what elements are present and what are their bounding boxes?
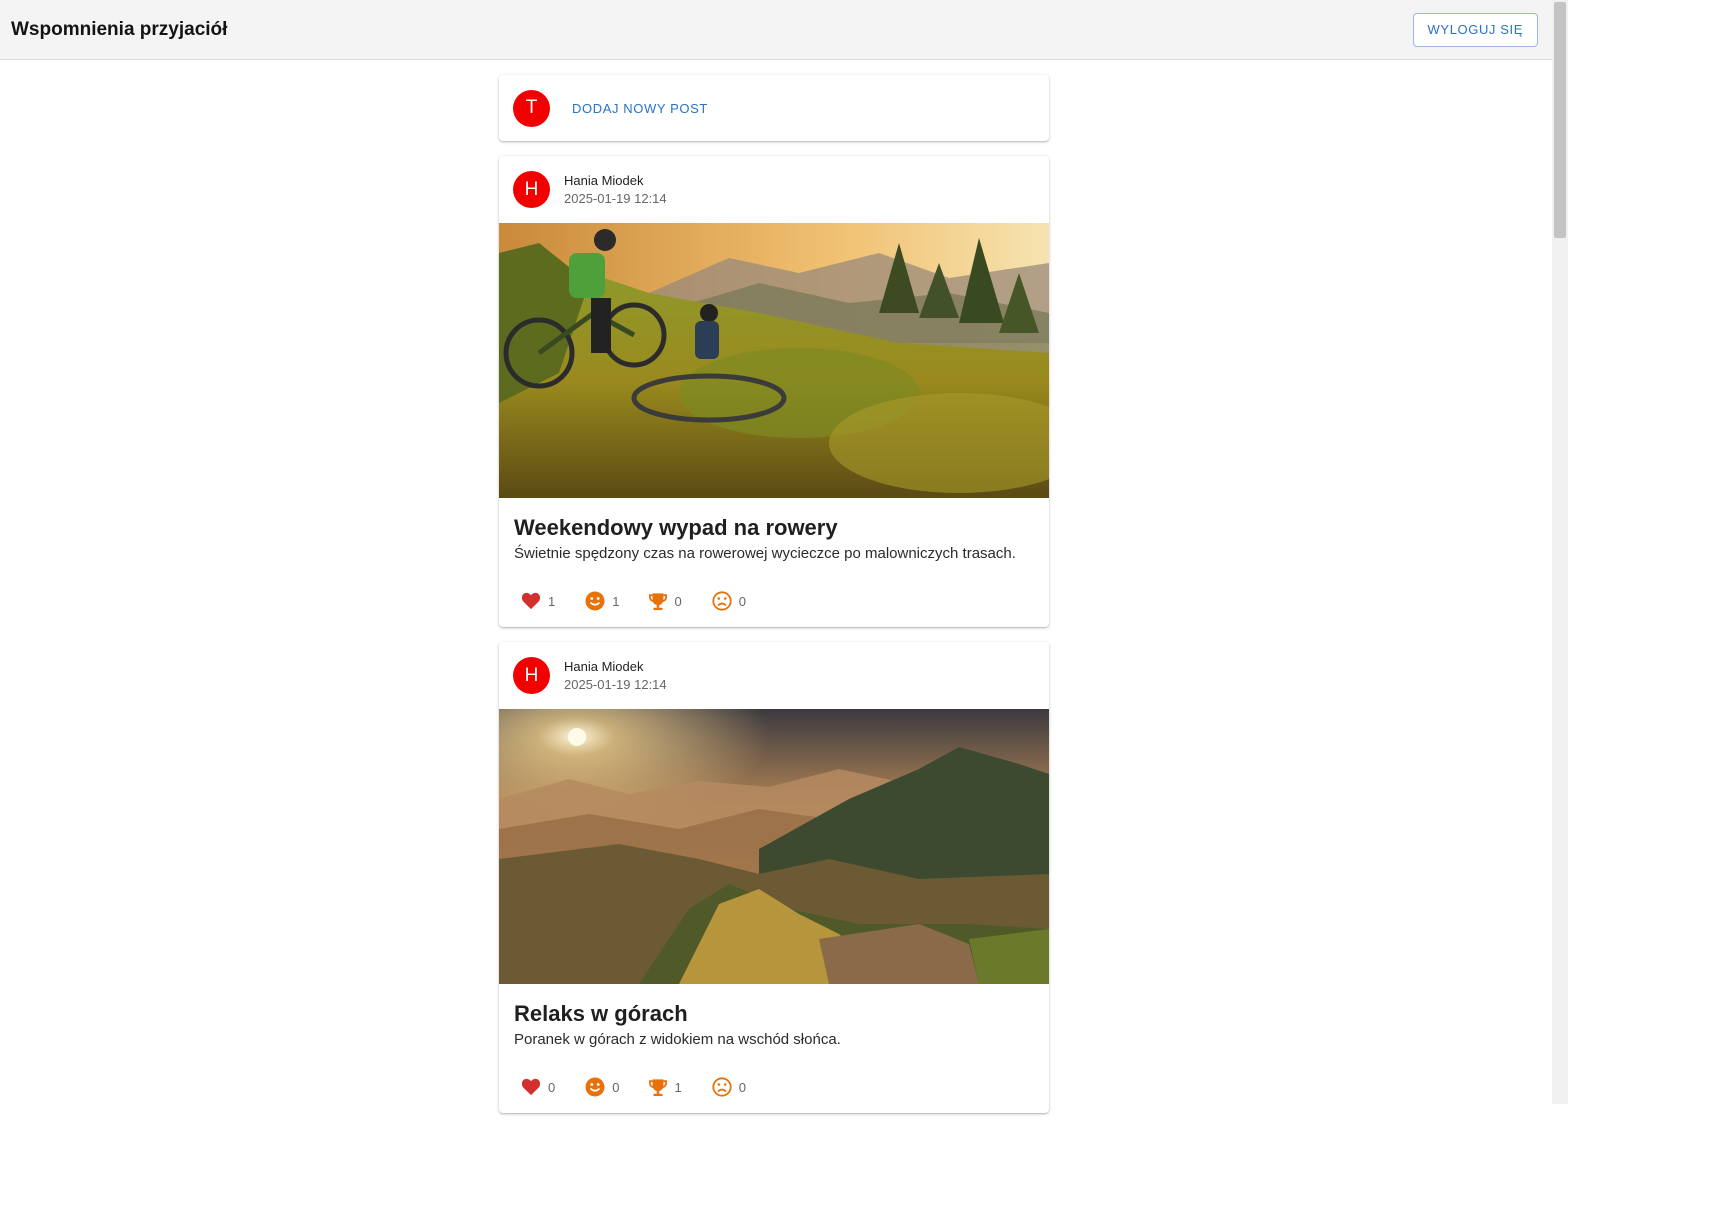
mountain-sunrise-photo (499, 709, 1049, 984)
reaction-count: 0 (612, 1079, 620, 1095)
heart-reaction-button[interactable]: 1 (521, 592, 555, 610)
trophy-reaction-button[interactable]: 1 (649, 1078, 682, 1097)
scrollbar[interactable] (1552, 0, 1568, 1104)
post-description: Świetnie spędzony czas na rowerowej wyci… (514, 545, 1016, 562)
avatar: H (513, 171, 550, 208)
post-description: Poranek w górach z widokiem na wschód sł… (514, 1031, 841, 1048)
trophy-icon (649, 592, 668, 610)
post-author: Hania Miodek (564, 658, 644, 674)
post-date: 2025-01-19 12:14 (564, 676, 667, 692)
reaction-count: 0 (738, 593, 746, 609)
post-title: Relaks w górach (514, 1001, 688, 1026)
post-card: H Hania Miodek 2025-01-19 12:14 (499, 642, 1049, 1113)
heart-icon (521, 592, 541, 610)
reaction-count: 1 (674, 1079, 682, 1095)
cyclists-meadow-photo (499, 223, 1049, 498)
scrollbar-thumb[interactable] (1554, 2, 1566, 238)
reactions-bar: 0 0 1 0 (499, 1051, 1049, 1113)
author-block: Hania Miodek 2025-01-19 12:14 (564, 658, 667, 694)
smile-icon (585, 1077, 605, 1097)
reaction-count: 0 (548, 1079, 556, 1095)
sad-reaction-button[interactable]: 0 (712, 591, 746, 611)
sad-face-icon (712, 1077, 732, 1097)
post-image (499, 709, 1049, 984)
post-author: Hania Miodek (564, 172, 644, 188)
avatar: H (513, 657, 550, 694)
post-image (499, 223, 1049, 498)
reaction-count: 1 (612, 593, 620, 609)
post-body: Relaks w górach Poranek w górach z widok… (499, 984, 1049, 1051)
reaction-count: 0 (674, 593, 682, 609)
feed: T DODAJ NOWY POST H Hania Miodek 2025-01… (499, 75, 1049, 1128)
post-title: Weekendowy wypad na rowery (514, 515, 838, 540)
post-date: 2025-01-19 12:14 (564, 190, 667, 206)
reaction-count: 0 (738, 1079, 746, 1095)
post-header: H Hania Miodek 2025-01-19 12:14 (499, 156, 1049, 223)
logout-button[interactable]: WYLOGUJ SIĘ (1412, 12, 1538, 47)
post-card: H Hania Miodek 2025-01-19 12:14 (499, 156, 1049, 627)
smile-reaction-button[interactable]: 0 (585, 1077, 619, 1097)
author-block: Hania Miodek 2025-01-19 12:14 (564, 172, 667, 208)
sad-face-icon (712, 591, 732, 611)
app-bar: Wspomnienia przyjaciół WYLOGUJ SIĘ (0, 0, 1552, 60)
post-header: H Hania Miodek 2025-01-19 12:14 (499, 642, 1049, 709)
smile-icon (585, 591, 605, 611)
reaction-count: 1 (548, 593, 556, 609)
post-body: Weekendowy wypad na rowery Świetnie spęd… (499, 498, 1049, 565)
app-title: Wspomnienia przyjaciół (11, 18, 228, 40)
avatar: T (513, 89, 550, 127)
new-post-card: T DODAJ NOWY POST (499, 75, 1049, 141)
add-new-post-button[interactable]: DODAJ NOWY POST (572, 101, 708, 116)
trophy-reaction-button[interactable]: 0 (649, 592, 682, 611)
heart-reaction-button[interactable]: 0 (521, 1078, 555, 1096)
smile-reaction-button[interactable]: 1 (585, 591, 619, 611)
sad-reaction-button[interactable]: 0 (712, 1077, 746, 1097)
heart-icon (521, 1078, 541, 1096)
trophy-icon (649, 1078, 668, 1096)
reactions-bar: 1 1 0 0 (499, 565, 1049, 627)
